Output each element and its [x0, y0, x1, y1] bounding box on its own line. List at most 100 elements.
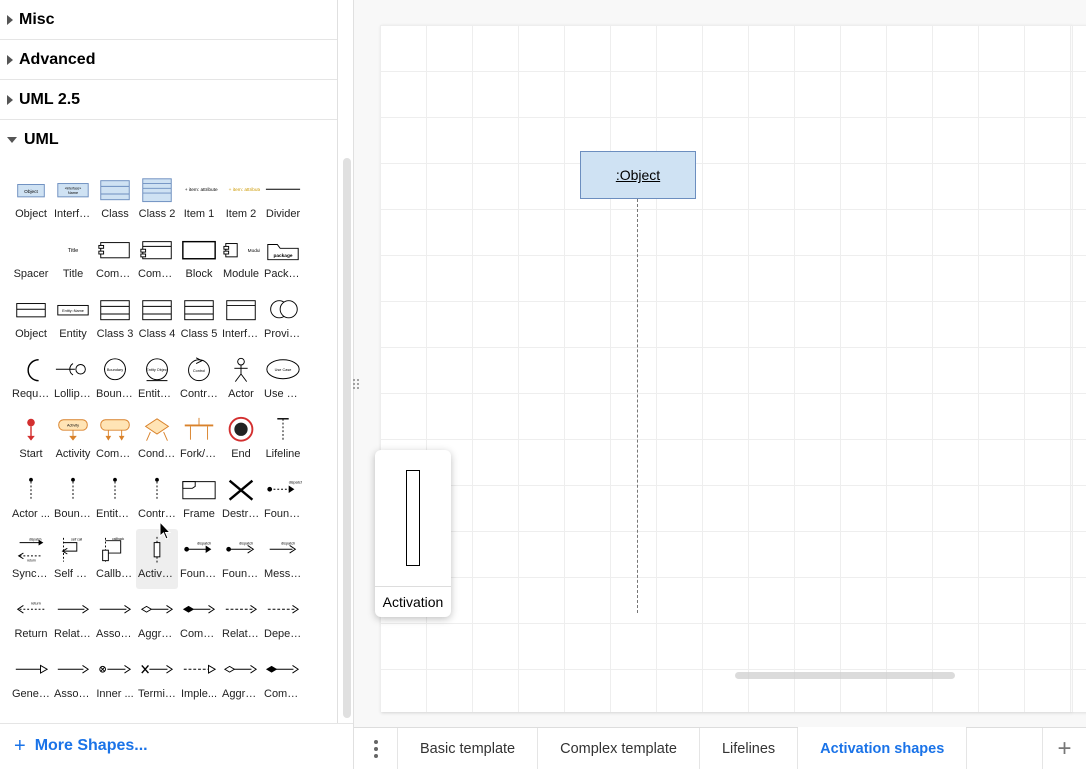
shape-stencil[interactable]: Associ... — [94, 589, 136, 649]
shape-thumb-icon: dispatch — [179, 532, 219, 566]
shape-thumb-icon — [221, 412, 261, 446]
shape-stencil[interactable]: callbackCallback — [94, 529, 136, 589]
shape-stencil[interactable]: Start — [10, 409, 52, 469]
shape-stencil[interactable]: Block — [178, 229, 220, 289]
shape-stencil[interactable]: Contro... — [136, 469, 178, 529]
shape-stencil[interactable]: Class 5 — [178, 289, 220, 349]
shape-stencil[interactable]: Actor ... — [10, 469, 52, 529]
shape-stencil[interactable]: dispatchMessa... — [262, 529, 304, 589]
shape-stencil[interactable]: Depen... — [262, 589, 304, 649]
svg-text:self call: self call — [71, 537, 82, 541]
shape-stencil[interactable]: returnReturn — [10, 589, 52, 649]
shape-label: Use C... — [263, 388, 303, 400]
shape-stencil[interactable]: self callSelf Call — [52, 529, 94, 589]
shape-label: Lifeline — [263, 448, 303, 460]
shape-stencil[interactable]: Gener... — [10, 649, 52, 709]
shape-stencil[interactable]: Entity::NameEntity — [52, 289, 94, 349]
shape-stencil[interactable]: Comp... — [136, 229, 178, 289]
shape-thumb-icon — [221, 292, 261, 326]
svg-text:«interface»: «interface» — [65, 186, 82, 190]
shape-stencil[interactable]: Imple... — [178, 649, 220, 709]
canvas-page[interactable]: :Object — [380, 25, 1072, 712]
page-tab[interactable]: Activation shapes — [798, 728, 967, 769]
shape-stencil[interactable]: Provid... — [262, 289, 304, 349]
shape-stencil[interactable]: Lollipo... — [52, 349, 94, 409]
shape-stencil[interactable]: Fork/J... — [178, 409, 220, 469]
shape-thumb-icon: + item: attribute — [179, 172, 219, 206]
shape-stencil[interactable]: Associ... — [10, 709, 52, 723]
add-page-tab-button[interactable]: + — [1042, 728, 1086, 769]
shape-stencil[interactable]: ModuleModule — [220, 229, 262, 289]
more-shapes-button[interactable]: + More Shapes... — [0, 723, 353, 768]
shape-stencil[interactable]: Relatio... — [52, 589, 94, 649]
shape-stencil[interactable]: Lifeline — [262, 409, 304, 469]
shape-label: Object — [11, 328, 51, 340]
svg-text:Use Case: Use Case — [275, 368, 292, 372]
uml-object-lifeline-head[interactable]: :Object — [580, 151, 696, 199]
shape-stencil[interactable]: Object — [10, 289, 52, 349]
shape-stencil[interactable]: Class — [94, 169, 136, 229]
shape-stencil[interactable]: Use Case Use C... — [262, 349, 304, 409]
section-header-uml25[interactable]: UML 2.5 — [0, 80, 337, 119]
shape-stencil[interactable]: Requir... — [10, 349, 52, 409]
shape-stencil[interactable]: Spacer — [10, 229, 52, 289]
shape-stencil[interactable]: Conditi... — [136, 409, 178, 469]
shape-stencil[interactable]: dispatchFound ... — [178, 529, 220, 589]
shape-stencil[interactable]: dispatchFound ... — [262, 469, 304, 529]
shape-stencil[interactable]: Bound... — [52, 469, 94, 529]
svg-text:Control: Control — [193, 369, 205, 373]
section-header-misc[interactable]: Misc — [0, 0, 337, 39]
shape-stencil[interactable]: Relatio... — [220, 589, 262, 649]
shape-thumb-icon: dispatch — [263, 472, 303, 506]
page-tab[interactable]: Complex template — [538, 728, 700, 769]
shape-stencil[interactable]: dispatchFound ... — [220, 529, 262, 589]
shape-label: Bound... — [95, 388, 135, 400]
shape-stencil[interactable]: Activat... — [136, 529, 178, 589]
shape-stencil[interactable]: Actor — [220, 349, 262, 409]
shape-stencil[interactable]: Comp... — [94, 409, 136, 469]
shape-stencil[interactable]: ObjectObject — [10, 169, 52, 229]
page-tab[interactable]: Lifelines — [700, 728, 798, 769]
shape-stencil[interactable]: Entity ... — [94, 469, 136, 529]
shape-thumb-icon — [11, 652, 51, 686]
shape-stencil[interactable]: Comp... — [178, 589, 220, 649]
shape-stencil[interactable]: «interface»NameInterfa... — [52, 169, 94, 229]
shape-stencil[interactable]: Frame — [178, 469, 220, 529]
shape-stencil[interactable]: + item: attributeItem 1 — [178, 169, 220, 229]
shape-stencil[interactable]: Entity ObjectEntity ... — [136, 349, 178, 409]
shape-stencil[interactable]: Comp... — [94, 229, 136, 289]
sidebar-splitter-handle[interactable] — [352, 378, 360, 390]
tab-menu-button[interactable] — [354, 728, 398, 769]
shape-stencil[interactable]: End — [220, 409, 262, 469]
shape-stencil[interactable]: ActivityActivity — [52, 409, 94, 469]
shape-label: Callback — [95, 568, 135, 580]
section-title-uml: UML — [24, 131, 59, 149]
shape-stencil[interactable]: Class 3 — [94, 289, 136, 349]
canvas-horizontal-scrollbar[interactable] — [735, 671, 1076, 680]
shape-stencil[interactable]: Aggre... — [220, 649, 262, 709]
shape-stencil[interactable]: + item: attributeItem 2 — [220, 169, 262, 229]
shape-stencil[interactable]: Comp... — [262, 649, 304, 709]
canvas-area[interactable]: :Object Activation — [354, 0, 1086, 727]
section-header-advanced[interactable]: Advanced — [0, 40, 337, 79]
scrollbar-thumb[interactable] — [735, 672, 955, 679]
shape-stencil[interactable]: Class 4 — [136, 289, 178, 349]
shape-stencil[interactable]: Interfa... — [220, 289, 262, 349]
shape-stencil[interactable]: dispatchreturnSynchr... — [10, 529, 52, 589]
page-tab[interactable]: Basic template — [398, 728, 538, 769]
sidebar-scrollbar[interactable] — [343, 158, 351, 718]
shape-stencil[interactable]: Termin... — [136, 649, 178, 709]
shape-stencil[interactable]: Inner ... — [94, 649, 136, 709]
shape-stencil[interactable]: Aggre... — [136, 589, 178, 649]
shape-stencil[interactable]: TitleTitle — [52, 229, 94, 289]
section-header-uml[interactable]: UML — [0, 120, 337, 159]
shape-stencil[interactable]: BoundaryBound... — [94, 349, 136, 409]
chevron-right-icon — [7, 15, 13, 25]
shape-stencil[interactable]: Divider — [262, 169, 304, 229]
shape-stencil[interactable]: packagePackage — [262, 229, 304, 289]
shape-stencil[interactable]: Class 2 — [136, 169, 178, 229]
uml-lifeline[interactable] — [637, 199, 638, 613]
shape-stencil[interactable]: Associ... — [52, 649, 94, 709]
shape-stencil[interactable]: Destru... — [220, 469, 262, 529]
shape-stencil[interactable]: ControlContro... — [178, 349, 220, 409]
